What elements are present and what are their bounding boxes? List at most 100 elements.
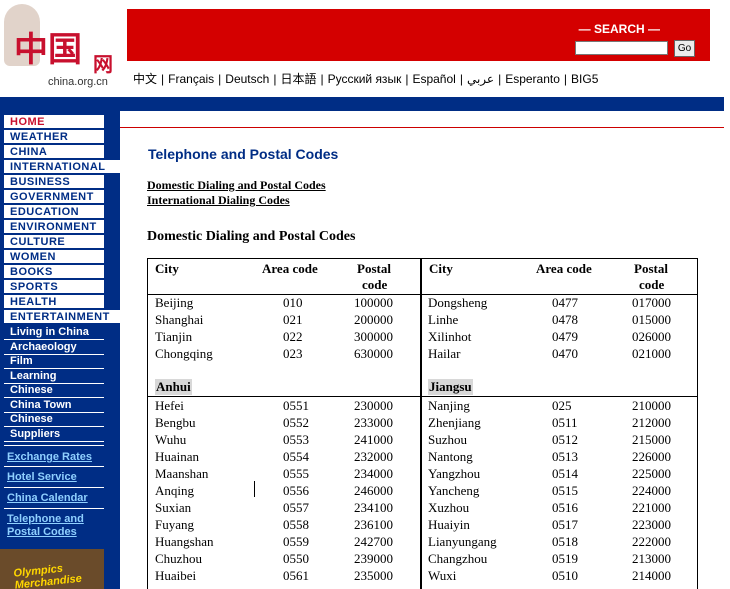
logo-domain: china.org.cn xyxy=(48,76,108,88)
nav-link[interactable]: Postal Codes xyxy=(7,526,77,538)
area-code-cell: 025 xyxy=(552,398,572,413)
table-header-right: City Area code Postal code xyxy=(422,259,698,295)
language-link[interactable]: Deutsch xyxy=(225,72,269,86)
nav-subitem[interactable]: Film xyxy=(4,355,104,369)
area-code-cell: 0552 xyxy=(283,415,309,430)
postal-code-cell: 210000 xyxy=(632,398,671,413)
city-cell: Suzhou xyxy=(428,432,467,447)
nav-item[interactable]: ENVIRONMENT xyxy=(4,220,104,234)
city-cell: Xilinhot xyxy=(428,329,472,344)
postal-code-cell: 230000 xyxy=(354,398,393,413)
area-code-cell: 0510 xyxy=(552,568,578,583)
toc-domestic-link[interactable]: Domestic Dialing and Postal Codes xyxy=(147,178,326,193)
city-cell: Tianjin xyxy=(155,329,193,344)
city-cell: Suxian xyxy=(155,500,192,515)
city-cell: Lianyungang xyxy=(428,534,497,549)
postal-code-cell: 015000 xyxy=(632,312,671,327)
nav-subitem[interactable]: Learning xyxy=(4,370,104,384)
language-link[interactable]: Español xyxy=(412,72,455,86)
language-separator: | xyxy=(218,72,222,86)
nav-item[interactable]: ENTERTAINMENT xyxy=(4,310,120,324)
nav-subitem[interactable]: China Town xyxy=(4,399,104,413)
column-divider xyxy=(420,259,422,589)
nav-item-label: WEATHER xyxy=(10,131,69,143)
city-cell: Huangshan xyxy=(155,534,214,549)
language-link[interactable]: Français xyxy=(168,72,214,86)
nav-item[interactable]: HOME xyxy=(4,115,104,129)
table-header-left: City Area code Postal code xyxy=(148,259,420,295)
area-code-cell: 0557 xyxy=(283,500,309,515)
nav-item[interactable]: EDUCATION xyxy=(4,205,104,219)
page-title: Telephone and Postal Codes xyxy=(148,146,339,162)
nav-item[interactable]: INTERNATIONAL xyxy=(4,160,120,174)
city-cell: Wuxi xyxy=(428,568,457,583)
nav-link[interactable]: Exchange Rates xyxy=(7,451,92,463)
nav-item-label: SPORTS xyxy=(10,281,59,293)
province-divider xyxy=(422,396,698,397)
nav-subitem[interactable]: Archaeology xyxy=(4,341,104,355)
nav-item[interactable]: WEATHER xyxy=(4,130,104,144)
area-code-cell: 010 xyxy=(283,295,303,310)
nav-item-label: ENTERTAINMENT xyxy=(10,311,110,323)
nav-link[interactable]: China Calendar xyxy=(7,492,88,504)
postal-code-cell: 017000 xyxy=(632,295,671,310)
nav-item[interactable]: CHINA xyxy=(4,145,104,159)
area-code-cell: 0550 xyxy=(283,551,309,566)
nav-link[interactable]: Hotel Service xyxy=(7,471,77,483)
nav-subitem[interactable]: Chinese xyxy=(4,384,104,398)
area-code-cell: 0558 xyxy=(283,517,309,532)
city-cell: Nanjing xyxy=(428,398,470,413)
city-cell: Chongqing xyxy=(155,346,213,361)
nav-subitem[interactable]: Living in China xyxy=(4,326,104,340)
language-separator: | xyxy=(273,72,277,86)
nav-item-label: CULTURE xyxy=(10,236,66,248)
area-code-cell: 0516 xyxy=(552,500,578,515)
text-cursor xyxy=(254,481,255,497)
language-separator: | xyxy=(405,72,409,86)
nav-subitem[interactable]: Suppliers xyxy=(4,428,104,442)
postal-code-cell: 239000 xyxy=(354,551,393,566)
postal-code-cell: 223000 xyxy=(632,517,671,532)
language-link[interactable]: عربي xyxy=(467,72,494,86)
language-link[interactable]: Esperanto xyxy=(505,72,560,86)
site-logo[interactable]: 中国 网 china.org.cn xyxy=(0,0,125,96)
toc-international-link[interactable]: International Dialing Codes xyxy=(147,193,290,208)
nav-item[interactable]: CULTURE xyxy=(4,235,104,249)
language-link[interactable]: Русский язык xyxy=(328,72,402,86)
area-code-cell: 0479 xyxy=(552,329,578,344)
nav-subitem-label: Chinese xyxy=(10,413,53,425)
postal-code-cell: 222000 xyxy=(632,534,671,549)
city-cell: Chuzhou xyxy=(155,551,202,566)
city-cell: Hefei xyxy=(155,398,184,413)
search-input[interactable] xyxy=(575,41,668,55)
area-code-cell: 0515 xyxy=(552,483,578,498)
postal-code-cell: 212000 xyxy=(632,415,671,430)
nav-item[interactable]: GOVERNMENT xyxy=(4,190,104,204)
nav-item[interactable]: WOMEN xyxy=(4,250,104,264)
nav-item[interactable]: BUSINESS xyxy=(4,175,104,189)
city-cell: Bengbu xyxy=(155,415,196,430)
nav-item[interactable]: BOOKS xyxy=(4,265,104,279)
nav-subitem-label: Living in China xyxy=(10,326,89,338)
city-cell: Yangzhou xyxy=(428,466,481,481)
language-link[interactable]: 日本語 xyxy=(280,72,316,86)
nav-subitem-label: China Town xyxy=(10,398,72,411)
postal-code-cell: 026000 xyxy=(632,329,671,344)
area-code-cell: 0478 xyxy=(552,312,578,327)
nav-item[interactable]: SPORTS xyxy=(4,280,104,294)
nav-item-label: HEALTH xyxy=(10,296,57,308)
nav-subitem[interactable]: Chinese xyxy=(4,413,104,427)
olympics-banner[interactable]: Olympics Merchandise xyxy=(0,549,104,589)
search-go-button[interactable]: Go xyxy=(674,40,695,57)
language-link[interactable]: BIG5 xyxy=(571,72,598,86)
area-code-cell: 023 xyxy=(283,346,303,361)
city-cell: Xuzhou xyxy=(428,500,470,515)
nav-subitem-label: Suppliers xyxy=(10,427,61,440)
nav-link[interactable]: Telephone and xyxy=(7,513,84,525)
language-link[interactable]: 中文 xyxy=(133,72,157,86)
nav-item-label: GOVERNMENT xyxy=(10,191,94,203)
postal-code-cell: 300000 xyxy=(354,329,393,344)
postal-code-cell: 214000 xyxy=(632,568,671,583)
nav-item-label: BOOKS xyxy=(10,266,53,278)
nav-item[interactable]: HEALTH xyxy=(4,295,104,309)
